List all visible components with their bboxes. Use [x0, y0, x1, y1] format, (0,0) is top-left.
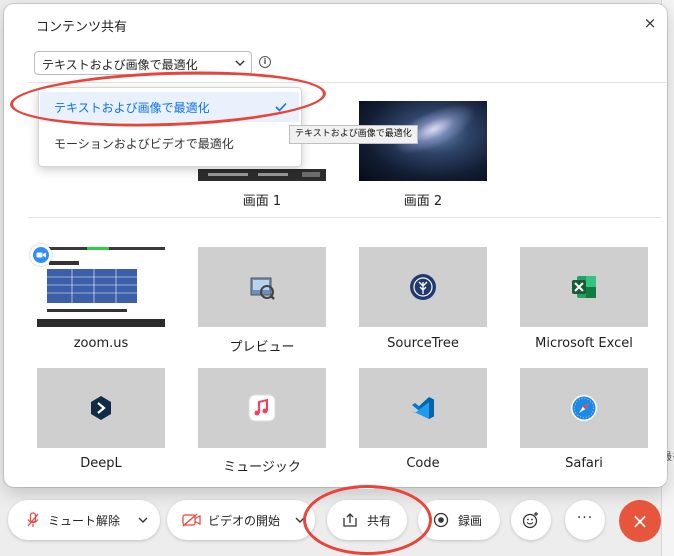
app-tile-deepl[interactable]: [37, 368, 165, 448]
sourcetree-icon: [410, 274, 436, 300]
tooltip: テキストおよび画像で最適化: [289, 125, 418, 144]
optimize-dropdown-value: テキストおよび画像で最適化: [42, 58, 198, 72]
safari-icon: [571, 395, 597, 421]
emoji-icon: [522, 512, 538, 529]
music-icon: [248, 394, 276, 422]
divider-middle: [28, 217, 661, 218]
deepl-icon: [91, 396, 111, 420]
dialog-title: コンテンツ共有: [36, 20, 128, 35]
menu-item-optimize-video-label: モーションおよびビデオで最適化: [54, 137, 234, 151]
app-tile-code[interactable]: [359, 368, 487, 448]
info-icon[interactable]: i: [259, 56, 271, 68]
app-tile-music[interactable]: [198, 368, 326, 448]
more-button[interactable]: ···: [565, 500, 605, 540]
app-label-excel: Microsoft Excel: [535, 336, 633, 351]
zoom-window-thumbnail: [37, 247, 165, 327]
app-label-zoom: zoom.us: [73, 336, 129, 351]
video-button-group: ビデオの開始: [167, 500, 315, 540]
record-label: 録画: [458, 514, 483, 528]
zoom-icon: [33, 247, 49, 263]
app-tile-excel[interactable]: [520, 247, 648, 327]
app-tile-safari[interactable]: [520, 368, 648, 448]
annotation-ellipse-share: [303, 485, 432, 555]
app-label-code: Code: [406, 456, 440, 471]
mic-muted-icon: [27, 512, 39, 527]
end-meeting-button[interactable]: ×: [619, 500, 661, 542]
app-label-preview: プレビュー: [229, 340, 295, 355]
app-label-safari: Safari: [565, 456, 603, 471]
unmute-button-group: ミュート解除: [8, 500, 160, 540]
reactions-button[interactable]: [511, 500, 551, 540]
screen-1-label: 画面 1: [242, 194, 282, 209]
close-button[interactable]: ×: [641, 14, 659, 32]
app-tile-sourcetree[interactable]: [359, 247, 487, 327]
chevron-down-icon[interactable]: [138, 515, 148, 525]
screen-2-label: 画面 2: [403, 194, 443, 209]
excel-icon: [572, 276, 596, 298]
chevron-down-icon: [235, 60, 245, 66]
app-label-music: ミュージック: [223, 460, 301, 475]
vscode-icon: [412, 397, 434, 419]
video-off-icon: [182, 513, 201, 527]
app-tile-preview[interactable]: [198, 247, 326, 327]
video-label[interactable]: ビデオの開始: [208, 512, 280, 529]
more-icon: ···: [576, 510, 594, 526]
menu-item-optimize-video[interactable]: モーションおよびビデオで最適化: [40, 128, 299, 158]
close-icon: ×: [631, 509, 649, 533]
app-tile-zoom[interactable]: [37, 247, 165, 327]
unmute-label[interactable]: ミュート解除: [48, 512, 120, 529]
preview-icon: [250, 277, 275, 300]
zoom-badge: [30, 244, 52, 266]
app-label-deepl: DeepL: [80, 456, 122, 471]
zoom-camera-icon: [36, 252, 46, 258]
app-label-sourcetree: SourceTree: [387, 336, 459, 351]
record-icon: [433, 512, 449, 528]
